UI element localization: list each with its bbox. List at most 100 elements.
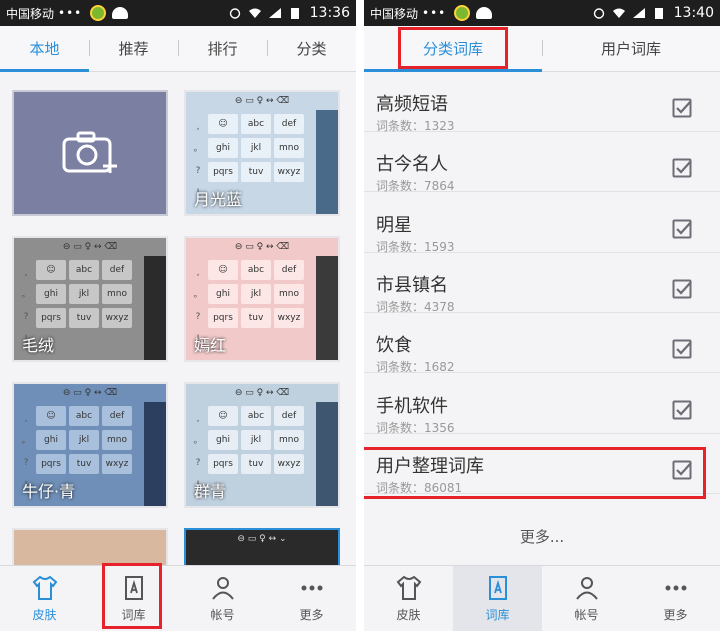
person-icon bbox=[575, 577, 598, 600]
skin-tile-key: jkl bbox=[241, 284, 271, 304]
skin-tile-key: ☺ bbox=[36, 406, 66, 426]
skin-tile-dark[interactable]: ⊖ ▭ ♀ ↔ ⌄ bbox=[184, 528, 340, 565]
library-item[interactable]: 市县镇名 词条数：4378 bbox=[364, 253, 720, 314]
nav-skins[interactable]: 皮肤 bbox=[364, 566, 453, 631]
skin-tile-key: ghi bbox=[36, 284, 66, 304]
library-title: 古今名人 bbox=[376, 154, 448, 176]
clock: 13:36 bbox=[309, 5, 350, 21]
dictionary-icon bbox=[488, 576, 507, 600]
skin-tile-key: pqrs bbox=[36, 454, 66, 474]
skin-tile-function-keys bbox=[144, 256, 166, 360]
library-item[interactable]: 手机软件 词条数：1356 bbox=[364, 374, 720, 435]
checkbox-checked-icon[interactable] bbox=[672, 219, 692, 239]
skin-tile-key: ghi bbox=[208, 138, 238, 158]
add-skin-camera-tile[interactable] bbox=[12, 90, 168, 216]
skin-tile-key: ghi bbox=[208, 430, 238, 450]
status-dots: ••• bbox=[422, 6, 447, 20]
tab-local[interactable]: 本地 bbox=[0, 26, 89, 72]
skin-tile-key: wxyz bbox=[274, 308, 304, 328]
skin-tile-toolbar: ⊖ ▭ ♀ ↔ ⌫ bbox=[234, 242, 290, 252]
library-item[interactable]: 饮食 词条数：1682 bbox=[364, 313, 720, 374]
skin-tile-key: ☺ bbox=[36, 260, 66, 280]
library-item[interactable]: 明星 词条数：1593 bbox=[364, 193, 720, 254]
skin-name: 群青 bbox=[194, 482, 227, 501]
skin-tile-key: mno bbox=[274, 430, 304, 450]
skin-tile-key: jkl bbox=[69, 430, 99, 450]
tab-category[interactable]: 分类 bbox=[267, 26, 356, 71]
checkbox-checked-icon[interactable] bbox=[672, 339, 692, 359]
skin-tile-rouge[interactable]: ⊖ ▭ ♀ ↔ ⌫,。?! ☺ abc def ghi jkl mno pqrs tuv wxyz… bbox=[184, 236, 340, 362]
skin-tile-toolbar: ⊖ ▭ ♀ ↔ ⌫ bbox=[62, 388, 118, 398]
tab-ranking[interactable]: 排行 bbox=[178, 26, 267, 71]
status-dots: ••• bbox=[58, 6, 83, 20]
skin-tile-key: wxyz bbox=[102, 308, 132, 328]
app-notification-icon bbox=[454, 5, 471, 21]
skin-tile-key: ghi bbox=[208, 284, 238, 304]
library-item[interactable]: 高频短语 词条数：1323 bbox=[364, 72, 720, 133]
skin-tile-key: def bbox=[102, 260, 132, 280]
checkbox-checked-icon[interactable] bbox=[672, 400, 692, 420]
skin-tile-toolbar: ⊖ ▭ ♀ ↔ ⌫ bbox=[62, 242, 118, 252]
skin-tile-key: tuv bbox=[69, 308, 99, 328]
skin-tile-ultramarine[interactable]: ⊖ ▭ ♀ ↔ ⌫,。?! ☺ abc def ghi jkl mno pqrs tuv wxyz… bbox=[184, 382, 340, 508]
tab-user-dictionary[interactable]: 用户词库 bbox=[542, 26, 720, 71]
skin-tile-key: pqrs bbox=[208, 454, 238, 474]
library-title: 手机软件 bbox=[376, 395, 448, 417]
wifi-icon bbox=[248, 8, 261, 18]
skin-grid: ⊖ ▭ ♀ ↔ ⌫,。?! ☺ abc def ghi jkl mno pqrs tuv wxyz… bbox=[0, 72, 356, 565]
skin-tile-key: mno bbox=[274, 284, 304, 304]
more-button[interactable]: 更多... bbox=[364, 520, 720, 552]
skin-tile-key: pqrs bbox=[36, 308, 66, 328]
clock: 13:40 bbox=[673, 5, 714, 21]
skin-tile-denim-cyan[interactable]: ⊖ ▭ ♀ ↔ ⌫,。?! ☺ abc def ghi jkl mno pqrs tuv wxyz… bbox=[12, 382, 168, 508]
skin-tile-key: mno bbox=[102, 430, 132, 450]
skin-tile-key: tuv bbox=[241, 162, 271, 182]
library-item[interactable]: 用户整理词库 词条数：86081 bbox=[364, 434, 720, 495]
skin-tile-key: tuv bbox=[241, 454, 271, 474]
skin-tile-key: abc bbox=[69, 406, 99, 426]
skin-tile-wood[interactable] bbox=[12, 528, 168, 565]
carrier-label: 中国移动 bbox=[370, 6, 419, 21]
nav-more[interactable]: 更多 bbox=[267, 566, 356, 631]
status-bar: 中国移动 ••• 13:40 bbox=[364, 0, 720, 26]
skin-tile-key: def bbox=[102, 406, 132, 426]
shirt-icon bbox=[32, 575, 57, 600]
skin-tile-key: jkl bbox=[241, 430, 271, 450]
skin-tile-moonlight-blue[interactable]: ⊖ ▭ ♀ ↔ ⌫,。?! ☺ abc def ghi jkl mno pqrs tuv wxyz… bbox=[184, 90, 340, 216]
skin-name: 毛绒 bbox=[22, 336, 55, 355]
nav-dictionary-label: 词库 bbox=[121, 608, 146, 622]
skins-screen: 中国移动 ••• 13:36 本地 推荐 排行 分类 ⊖ ▭ ♀ ↔ ⌫, 。 … bbox=[0, 0, 356, 631]
tab-recommended[interactable]: 推荐 bbox=[89, 26, 178, 71]
nav-account[interactable]: 帐号 bbox=[542, 566, 631, 631]
shirt-icon bbox=[396, 575, 421, 600]
checkbox-checked-icon[interactable] bbox=[672, 279, 692, 299]
checkbox-checked-icon[interactable] bbox=[672, 460, 692, 480]
nav-skins-label: 皮肤 bbox=[396, 608, 421, 622]
signal-icon bbox=[632, 8, 645, 18]
tab-category-dictionary[interactable]: 分类词库 bbox=[364, 26, 542, 72]
nav-more[interactable]: 更多 bbox=[631, 566, 720, 631]
skin-tile-key: wxyz bbox=[102, 454, 132, 474]
skin-tile-key: mno bbox=[274, 138, 304, 158]
nav-more-label: 更多 bbox=[299, 608, 324, 622]
nav-dictionary[interactable]: 词库 bbox=[89, 566, 178, 631]
nav-dictionary[interactable]: 词库 bbox=[453, 566, 542, 631]
library-title: 饮食 bbox=[376, 335, 412, 357]
checkbox-checked-icon[interactable] bbox=[672, 158, 692, 178]
nav-dictionary-label: 词库 bbox=[485, 608, 510, 622]
wifi-icon bbox=[612, 8, 625, 18]
nav-account[interactable]: 帐号 bbox=[178, 566, 267, 631]
skin-tile-function-keys bbox=[316, 256, 338, 360]
skin-tile-key: jkl bbox=[69, 284, 99, 304]
nav-skins[interactable]: 皮肤 bbox=[0, 566, 89, 631]
skin-tile-key: pqrs bbox=[208, 162, 238, 182]
skin-tile-key: ghi bbox=[36, 430, 66, 450]
library-item[interactable]: 古今名人 词条数：7864 bbox=[364, 132, 720, 193]
skin-tabs: 本地 推荐 排行 分类 bbox=[0, 26, 356, 72]
skin-tile-key: abc bbox=[69, 260, 99, 280]
skin-name: 牛仔·青 bbox=[22, 482, 76, 501]
checkbox-checked-icon[interactable] bbox=[672, 98, 692, 118]
skin-tile-key: tuv bbox=[241, 308, 271, 328]
skin-tile-plush[interactable]: ⊖ ▭ ♀ ↔ ⌫,。?! ☺ abc def ghi jkl mno pqrs tuv wxyz… bbox=[12, 236, 168, 362]
skin-name: 月光蓝 bbox=[194, 190, 243, 209]
